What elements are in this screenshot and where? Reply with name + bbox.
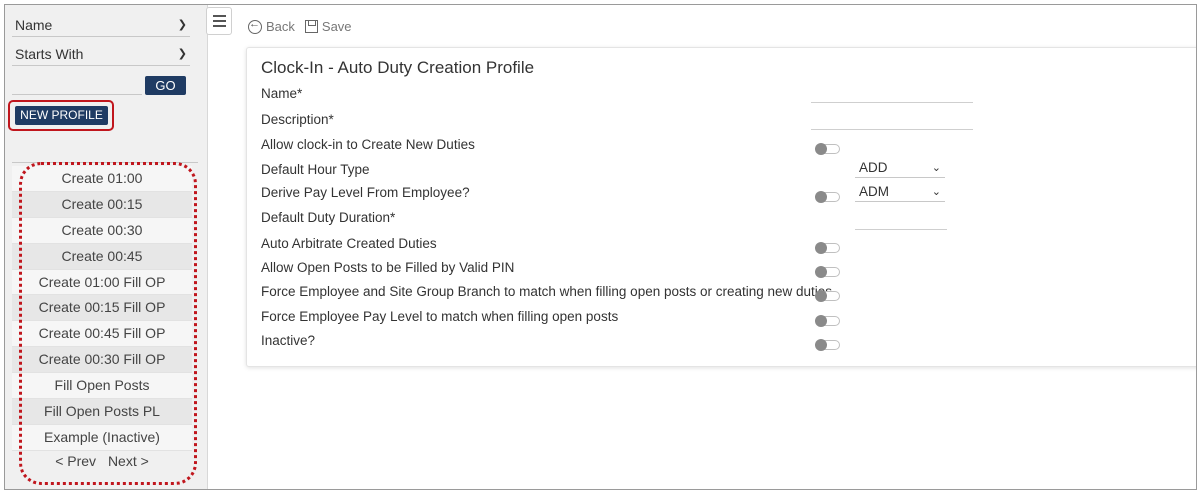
auto-arbitrate-label: Auto Arbitrate Created Duties xyxy=(261,236,437,251)
chevron-down-icon: ❯ xyxy=(177,48,187,60)
back-arrow-icon xyxy=(248,18,262,34)
default-hour-type-select[interactable]: ADD ⌄ xyxy=(855,158,945,178)
description-label: Description* xyxy=(261,112,334,127)
chevron-down-icon: ⌄ xyxy=(931,162,941,174)
chevron-down-icon: ⌄ xyxy=(931,186,941,198)
inactive-toggle[interactable] xyxy=(815,339,840,351)
filter-field-value: Name xyxy=(15,17,53,33)
force-pay-level-toggle[interactable] xyxy=(815,315,840,327)
toolbar: Back Save xyxy=(248,18,352,34)
force-site-group-label: Force Employee and Site Group Branch to … xyxy=(261,284,833,299)
auto-arbitrate-toggle[interactable] xyxy=(815,242,840,254)
inactive-label: Inactive? xyxy=(261,333,316,348)
derive-pay-level-label: Derive Pay Level From Employee? xyxy=(261,185,470,200)
new-profile-button[interactable]: NEW PROFILE xyxy=(15,106,108,125)
hamburger-icon[interactable] xyxy=(206,7,232,35)
description-input[interactable] xyxy=(811,129,973,130)
save-icon xyxy=(304,20,318,33)
allow-clockin-label: Allow clock-in to Create New Duties xyxy=(261,137,475,152)
name-label: Name* xyxy=(261,86,303,101)
back-button[interactable]: Back xyxy=(248,18,295,34)
pay-level-select[interactable]: ADM ⌄ xyxy=(855,182,945,202)
search-input[interactable] xyxy=(12,94,142,95)
allow-clockin-toggle[interactable] xyxy=(815,143,840,155)
app-frame: Name ❯ Starts With ❯ GO NEW PROFILE Crea… xyxy=(4,4,1197,490)
go-button[interactable]: GO xyxy=(145,76,186,95)
name-input[interactable] xyxy=(811,102,973,103)
force-pay-level-label: Force Employee Pay Level to match when f… xyxy=(261,309,619,324)
back-label: Back xyxy=(266,19,295,34)
sidebar: Name ❯ Starts With ❯ GO NEW PROFILE Crea… xyxy=(5,5,208,489)
filter-field-select[interactable]: Name ❯ xyxy=(12,13,190,37)
default-hour-type-value: ADD xyxy=(859,160,888,175)
allow-open-posts-label: Allow Open Posts to be Filled by Valid P… xyxy=(261,260,515,275)
profile-list-highlight xyxy=(19,162,197,485)
save-button[interactable]: Save xyxy=(304,19,352,34)
filter-operator-value: Starts With xyxy=(15,46,84,62)
page-title: Clock-In - Auto Duty Creation Profile xyxy=(261,58,535,77)
default-duty-duration-input[interactable] xyxy=(855,229,947,230)
default-hour-type-label: Default Hour Type xyxy=(261,162,370,177)
save-label: Save xyxy=(321,19,352,34)
profile-form-panel: Clock-In - Auto Duty Creation Profile Na… xyxy=(246,47,1196,367)
derive-pay-level-toggle[interactable] xyxy=(815,191,840,203)
filter-operator-select[interactable]: Starts With ❯ xyxy=(12,42,190,66)
chevron-down-icon: ❯ xyxy=(177,19,187,31)
pay-level-value: ADM xyxy=(859,184,889,199)
force-site-group-toggle[interactable] xyxy=(815,290,840,302)
default-duty-duration-label: Default Duty Duration* xyxy=(261,210,396,225)
allow-open-posts-toggle[interactable] xyxy=(815,266,840,278)
